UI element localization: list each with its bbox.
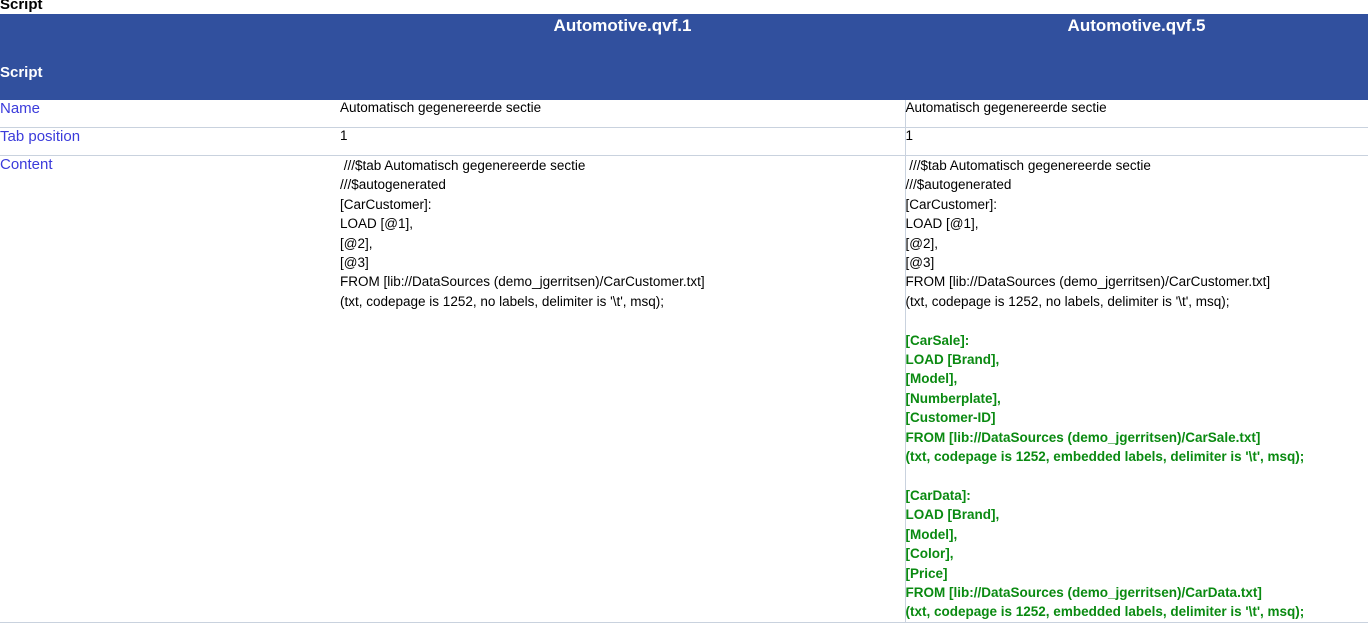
table-row-name: Name Automatisch gegenereerde sectie Aut… (0, 100, 1368, 128)
section-header-row: Script (0, 64, 1368, 100)
code-line: FROM [lib://DataSources (demo_jgerritsen… (905, 584, 1262, 600)
script-content-2: ///$tab Automatisch gegenereerde sectie /… (905, 155, 1368, 623)
code-line: FROM [lib://DataSources (demo_jgerritsen… (905, 429, 1261, 445)
header-file-2: Automotive.qvf.5 (905, 14, 1368, 64)
row-name-value-2: Automatisch gegenereerde sectie (905, 100, 1368, 128)
code-line: [CarCustomer]: (905, 196, 998, 212)
code-line: [@2], (905, 235, 938, 251)
code-line: [Price] (905, 565, 948, 581)
code-line: FROM [lib://DataSources (demo_jgerritsen… (905, 274, 1271, 290)
code-line: LOAD [@1], (905, 216, 979, 232)
row-tab-position-value-2: 1 (905, 127, 1368, 156)
header-corner-cell (0, 14, 340, 64)
code-line: [@2], (340, 235, 373, 251)
code-line: [Model], (905, 526, 958, 542)
code-line: [@3] (905, 255, 935, 271)
code-line: [Numberplate], (905, 390, 1001, 406)
code-line: [@3] (340, 255, 369, 271)
page-title: Script (0, 0, 43, 13)
code-line: [Model], (905, 371, 958, 387)
script-content-1: ///$tab Automatisch gegenereerde sectie /… (340, 155, 906, 623)
code-line: [Color], (905, 546, 954, 562)
row-tab-position-value-1: 1 (340, 127, 906, 156)
row-label-name: Name (0, 100, 340, 128)
header-file-2-label: Automotive.qvf.5 (1067, 16, 1206, 35)
code-line: (txt, codepage is 1252, embedded labels,… (905, 604, 1305, 620)
code-line: LOAD [Brand], (905, 352, 1000, 368)
code-line: ///$autogenerated (905, 177, 1012, 193)
code-line: LOAD [Brand], (905, 507, 1000, 523)
table-header-row: Automotive.qvf.1 Automotive.qvf.5 (0, 14, 1368, 64)
header-file-1: Automotive.qvf.1 (340, 14, 905, 64)
code-line: LOAD [@1], (340, 216, 413, 232)
row-label-tab-position: Tab position (0, 127, 340, 156)
code-line: [CarSale]: (905, 332, 970, 348)
code-line: (txt, codepage is 1252, no labels, delim… (905, 293, 1230, 309)
code-line: ///$autogenerated (340, 177, 446, 193)
code-line: ///$tab Automatisch gegenereerde sectie (905, 158, 1151, 173)
table-row-content: Content ///$tab Automatisch gegenereerde… (0, 155, 1368, 623)
section-spacer-2 (905, 64, 1368, 100)
code-line: (txt, codepage is 1252, no labels, delim… (340, 293, 665, 309)
code-line: (txt, codepage is 1252, embedded labels,… (905, 449, 1305, 465)
row-label-content: Content (0, 155, 340, 623)
code-line: [CarData]: (905, 487, 971, 503)
table-row-tab-position: Tab position 1 1 (0, 127, 1368, 156)
code-line: FROM [lib://DataSources (demo_jgerritsen… (340, 274, 705, 290)
header-file-1-label: Automotive.qvf.1 (553, 16, 692, 35)
row-name-value-1: Automatisch gegenereerde sectie (340, 100, 906, 128)
code-line: [CarCustomer]: (340, 196, 432, 212)
section-label: Script (0, 64, 340, 100)
section-spacer-1 (340, 64, 905, 100)
script-comparison-table: Automotive.qvf.1 Automotive.qvf.5 Script… (0, 14, 1368, 623)
code-line: [Customer-ID] (905, 410, 996, 426)
code-line: ///$tab Automatisch gegenereerde sectie (340, 158, 586, 173)
